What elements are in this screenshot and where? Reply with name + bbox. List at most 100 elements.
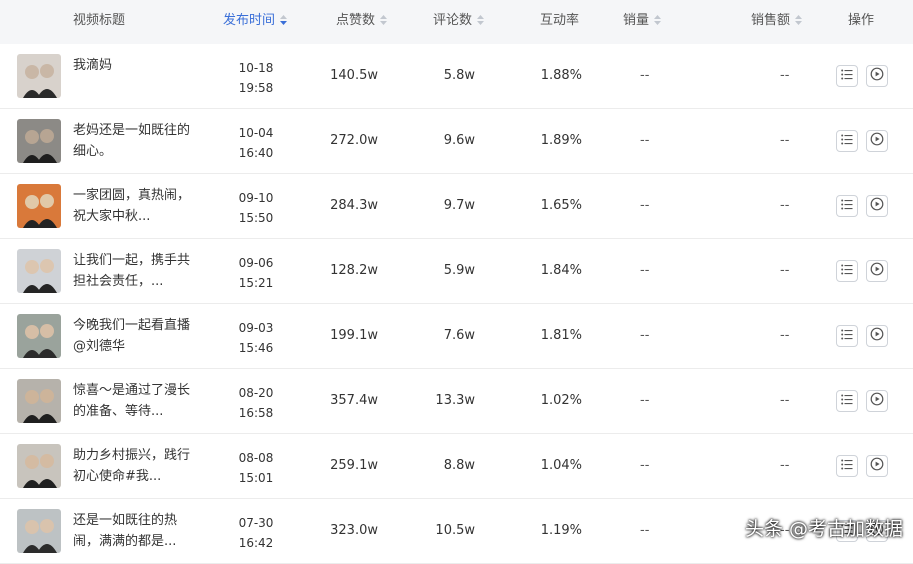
likes-value: 259.1w: [330, 458, 378, 473]
table-row: 惊喜～是通过了漫长的准备、等待... 08-20 16:58 357.4w 13…: [0, 369, 913, 434]
comments-value: 9.7w: [443, 198, 475, 213]
list-icon: [841, 134, 853, 149]
engagement-value: 1.02%: [540, 393, 582, 408]
sales-value: --: [640, 263, 650, 278]
likes-value: 272.0w: [330, 133, 378, 148]
video-thumbnail[interactable]: [17, 444, 61, 488]
comments-value: 8.8w: [443, 458, 475, 473]
detail-button[interactable]: [836, 390, 858, 412]
table-body: 我滴妈 10-18 19:58 140.5w 5.8w 1.88% -- -- …: [0, 44, 913, 564]
col-sales-sort[interactable]: 销量: [623, 0, 662, 44]
publish-date: 09-03: [238, 321, 274, 335]
list-icon: [841, 199, 853, 214]
likes-value: 284.3w: [330, 198, 378, 213]
publish-clock: 16:42: [238, 536, 274, 550]
video-thumbnail[interactable]: [17, 509, 61, 553]
publish-time: 07-30 16:42: [228, 513, 284, 553]
play-button[interactable]: [866, 65, 888, 87]
sort-icon: [379, 14, 388, 26]
publish-date: 09-10: [238, 191, 274, 205]
video-title[interactable]: 惊喜～是通过了漫长的准备、等待...: [73, 380, 197, 422]
list-icon: [841, 459, 853, 474]
play-circle-icon: [870, 197, 884, 215]
video-thumbnail[interactable]: [17, 54, 61, 98]
col-publish-time-label: 发布时间: [223, 13, 276, 28]
likes-value: 357.4w: [330, 393, 378, 408]
video-title[interactable]: 老妈还是一如既往的细心。: [73, 120, 197, 162]
publish-date: 08-20: [238, 386, 274, 400]
publish-time: 09-10 15:50: [228, 188, 284, 228]
col-comments-label: 评论数: [433, 13, 473, 28]
publish-clock: 15:50: [238, 211, 274, 225]
likes-value: 199.1w: [330, 328, 378, 343]
play-button[interactable]: [866, 325, 888, 347]
table-row: 让我们一起，携手共担社会责任，... 09-06 15:21 128.2w 5.…: [0, 239, 913, 304]
col-likes-sort[interactable]: 点赞数: [336, 0, 388, 44]
revenue-value: --: [780, 68, 790, 83]
video-thumbnail[interactable]: [17, 249, 61, 293]
detail-button[interactable]: [836, 195, 858, 217]
list-icon: [841, 394, 853, 409]
detail-button[interactable]: [836, 130, 858, 152]
likes-value: 323.0w: [330, 523, 378, 538]
engagement-value: 1.19%: [540, 523, 582, 538]
col-comments-sort[interactable]: 评论数: [433, 0, 485, 44]
video-title[interactable]: 还是一如既往的热闹，满满的都是...: [73, 510, 197, 552]
publish-date: 09-06: [238, 256, 274, 270]
detail-button[interactable]: [836, 260, 858, 282]
detail-button[interactable]: [836, 325, 858, 347]
play-button[interactable]: [866, 455, 888, 477]
play-circle-icon: [870, 457, 884, 475]
col-sales-label: 销量: [623, 13, 650, 28]
revenue-value: --: [780, 458, 790, 473]
sort-icon: [476, 14, 485, 26]
col-likes-label: 点赞数: [336, 13, 376, 28]
play-circle-icon: [870, 327, 884, 345]
sales-value: --: [640, 523, 650, 538]
video-title[interactable]: 让我们一起，携手共担社会责任，...: [73, 250, 197, 292]
sales-value: --: [640, 458, 650, 473]
publish-time: 08-08 15:01: [228, 448, 284, 488]
video-title[interactable]: 一家团圆，真热闹，祝大家中秋...: [73, 185, 197, 227]
video-table: 视频标题 发布时间 点赞数 评论数 互动率 销量 销售额 操作 我滴妈 10-1…: [0, 0, 913, 564]
video-thumbnail[interactable]: [17, 184, 61, 228]
table-header: 视频标题 发布时间 点赞数 评论数 互动率 销量 销售额 操作: [0, 0, 913, 44]
sales-value: --: [640, 133, 650, 148]
video-title[interactable]: 我滴妈: [73, 55, 197, 76]
video-thumbnail[interactable]: [17, 379, 61, 423]
video-thumbnail[interactable]: [17, 314, 61, 358]
video-title[interactable]: 今晚我们一起看直播@刘德华: [73, 315, 197, 357]
likes-value: 140.5w: [330, 68, 378, 83]
engagement-value: 1.88%: [540, 68, 582, 83]
engagement-value: 1.84%: [540, 263, 582, 278]
comments-value: 9.6w: [443, 133, 475, 148]
publish-time: 08-20 16:58: [228, 383, 284, 423]
list-icon: [841, 264, 853, 279]
col-publish-time-sort[interactable]: 发布时间: [223, 0, 288, 44]
play-button[interactable]: [866, 260, 888, 282]
col-revenue-sort[interactable]: 销售额: [751, 0, 803, 44]
video-title[interactable]: 助力乡村振兴，践行初心使命#我...: [73, 445, 197, 487]
comments-value: 13.3w: [435, 393, 475, 408]
col-revenue-label: 销售额: [751, 13, 791, 28]
play-button[interactable]: [866, 390, 888, 412]
publish-clock: 19:58: [238, 81, 274, 95]
play-circle-icon: [870, 132, 884, 150]
publish-clock: 15:46: [238, 341, 274, 355]
publish-clock: 16:40: [238, 146, 274, 160]
video-thumbnail[interactable]: [17, 119, 61, 163]
publish-time: 09-03 15:46: [228, 318, 284, 358]
revenue-value: --: [780, 393, 790, 408]
col-engagement: 互动率: [540, 13, 580, 28]
play-button[interactable]: [866, 130, 888, 152]
detail-button[interactable]: [836, 65, 858, 87]
likes-value: 128.2w: [330, 263, 378, 278]
comments-value: 5.8w: [443, 68, 475, 83]
play-button[interactable]: [866, 195, 888, 217]
sales-value: --: [640, 393, 650, 408]
list-icon: [841, 329, 853, 344]
table-row: 今晚我们一起看直播@刘德华 09-03 15:46 199.1w 7.6w 1.…: [0, 304, 913, 369]
publish-time: 10-04 16:40: [228, 123, 284, 163]
sales-value: --: [640, 328, 650, 343]
detail-button[interactable]: [836, 455, 858, 477]
